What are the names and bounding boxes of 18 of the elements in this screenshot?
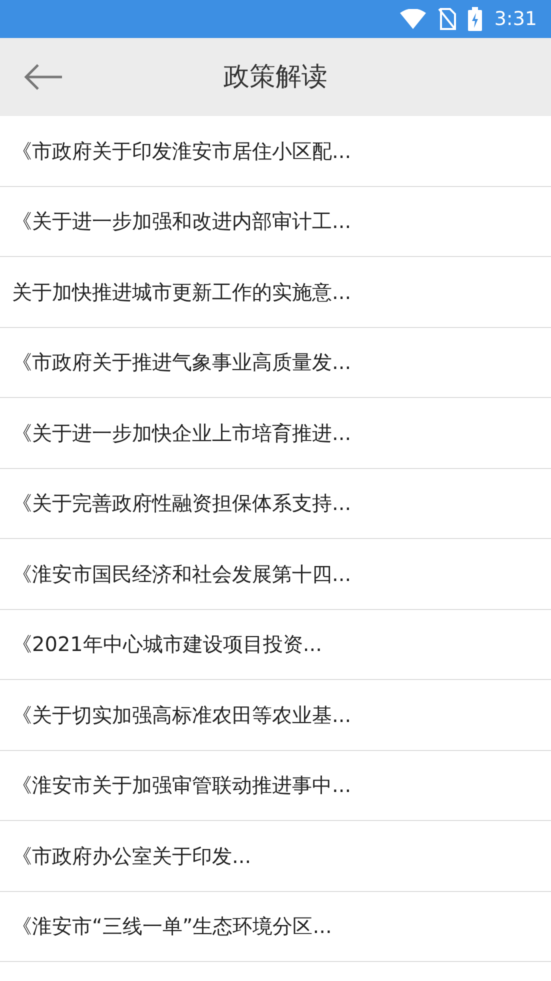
no-sim-icon (438, 8, 456, 30)
policy-list-item[interactable]: 《关于切实加强高标准农田等农业基... (0, 680, 551, 750)
status-time: 3:31 (494, 6, 537, 32)
policy-list-item[interactable]: 《2021年中心城市建设项目投资... (0, 610, 551, 680)
page-title: 政策解读 (224, 60, 328, 94)
policy-list-item[interactable]: 《市政府办公室关于印发... (0, 821, 551, 892)
policy-list-item[interactable]: 《关于进一步加强和改进内部审计工... (0, 186, 551, 257)
policy-list-item[interactable]: 《淮安市国民经济和社会发展第十四... (0, 539, 551, 610)
policy-list-item[interactable]: 《关于进一步加快企业上市培育推进... (0, 398, 551, 468)
policy-list-item[interactable]: 关于加快推进城市更新工作的实施意... (0, 257, 551, 328)
policy-list-item[interactable]: 《淮安市“三线一单”生态环境分区... (0, 892, 551, 962)
battery-charging-icon (468, 7, 482, 31)
policy-list-item[interactable]: 《关于完善政府性融资担保体系支持... (0, 468, 551, 539)
policy-list-item[interactable]: 《市政府关于印发淮安市居住小区配... (0, 116, 551, 186)
policy-list-item[interactable]: 《市政府关于推进气象事业高质量发... (0, 328, 551, 398)
back-arrow-icon (23, 63, 63, 91)
wifi-icon (400, 9, 426, 29)
policy-list-item[interactable]: 《淮安市关于加强审管联动推进事中... (0, 750, 551, 821)
